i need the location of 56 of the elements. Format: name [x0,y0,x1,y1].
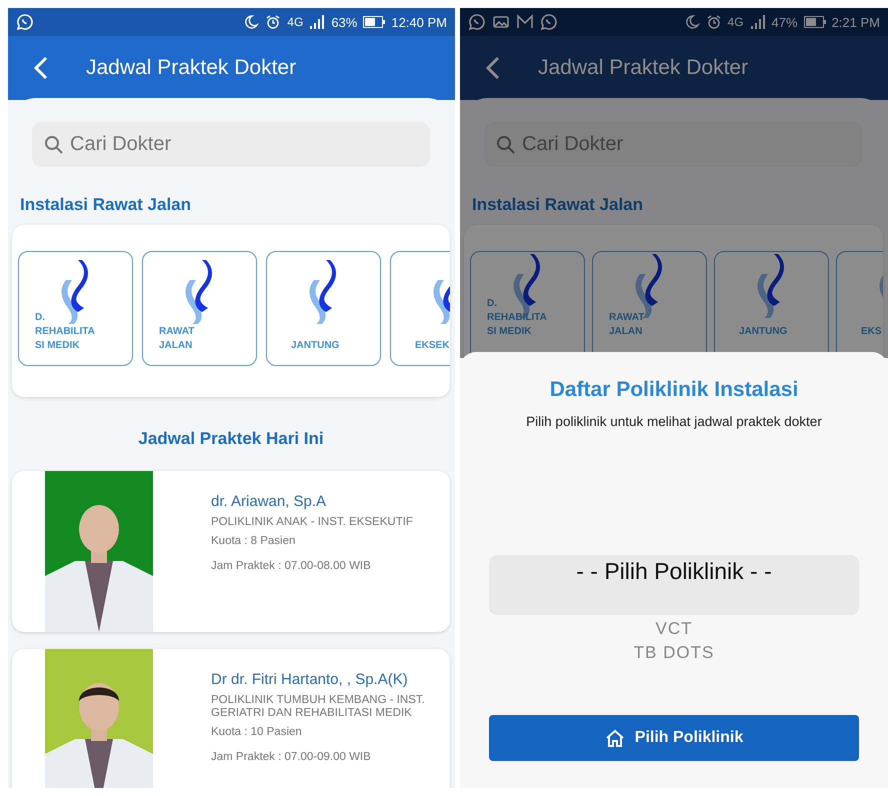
image-icon [492,13,510,31]
clock-time: 2:21 PM [832,14,880,30]
installation-card[interactable]: RAWAT JALAN [142,251,257,366]
chat-icon [468,13,486,31]
back-icon[interactable] [34,56,48,80]
installation-card[interactable]: D. REHABILITA SI MEDIK [18,251,133,366]
doctor-name: dr. Ariawan, Sp.A [211,493,328,510]
clinic-text: POLIKLINIK ANAK - INST. EKSEKUTIF [211,516,413,529]
clinic-text: POLIKLINIK TUMBUH KEMBANG - INST. GERIATRI DAN REHABILITASI MEDIK [211,694,426,720]
installation-card[interactable]: JANTUNG [266,251,381,366]
sheet-title: Daftar Poliklinik Instalasi [550,378,798,402]
search-field[interactable]: Cari Dokter [484,122,863,167]
search-icon [496,134,516,154]
home-icon [604,728,625,748]
doctor-card[interactable]: Dr dr. Fitri Hartanto, , Sp.A(K) POLIKLINIK TUMBUH KEMBANG - INST. GERIATRI DAN REHABILITASI MEDIK Kuota : 10 Pasien Jam Praktek : 07.00-09.00 WIB [12,649,450,788]
doctor-name: Dr dr. Fitri Hartanto, , Sp.A(K) [211,671,409,688]
signal-icon [309,15,326,29]
picker-option[interactable]: - - Pilih Poliklinik - - [489,555,859,615]
chat-icon [540,13,558,31]
installation-card[interactable]: EKSEK [390,251,450,366]
battery-percent: 63% [331,14,358,30]
network-text: 4G [287,15,304,29]
sheet-subtitle: Pilih poliklinik untuk melihat jadwal praktek dokter [526,414,822,429]
select-clinic-button[interactable]: Pilih Poliklinik [489,715,859,761]
logo-icon [60,260,90,324]
alarm-icon [265,14,282,30]
picker-option[interactable]: VCT [489,619,859,639]
network-text: 4G [728,15,744,29]
picker-option[interactable]: TB DOTS [489,643,859,663]
installation-card[interactable]: EKS [836,251,883,358]
clock-time: 12:40 PM [391,14,447,30]
mail-icon [516,13,534,31]
section-title: Jadwal Praktek Hari Ini [137,429,325,449]
battery-icon [363,16,386,28]
quota-text: Kuota : 10 Pasien [211,726,303,739]
logo-icon [184,260,214,324]
battery-percent: 47% [772,14,798,30]
logo-icon [308,260,338,324]
quota-text: Kuota : 8 Pasien [211,535,296,548]
moon-icon [684,14,700,30]
section-title: Instalasi Rawat Jalan [20,195,192,215]
hours-text: Jam Praktek : 07.00-08.00 WIB [211,560,372,573]
alarm-icon [706,14,722,30]
logo-icon [756,254,786,318]
search-icon [44,134,64,154]
doctor-card[interactable]: dr. Ariawan, Sp.A POLIKLINIK ANAK - INST. EKSEKUTIF Kuota : 8 Pasien Jam Praktek : 07.00-08.00 WIB [12,471,450,632]
back-icon[interactable] [486,56,500,80]
moon-icon [243,14,260,30]
screen-title: Jadwal Praktek Dokter [538,56,748,80]
section-title: Instalasi Rawat Jalan [472,195,644,215]
hours-text: Jam Praktek : 07.00-09.00 WIB [211,751,372,764]
battery-icon [804,16,826,28]
search-field[interactable]: Cari Dokter [32,122,430,167]
screen-title: Jadwal Praktek Dokter [86,56,296,80]
chat-icon [16,13,34,31]
signal-icon [750,15,766,29]
